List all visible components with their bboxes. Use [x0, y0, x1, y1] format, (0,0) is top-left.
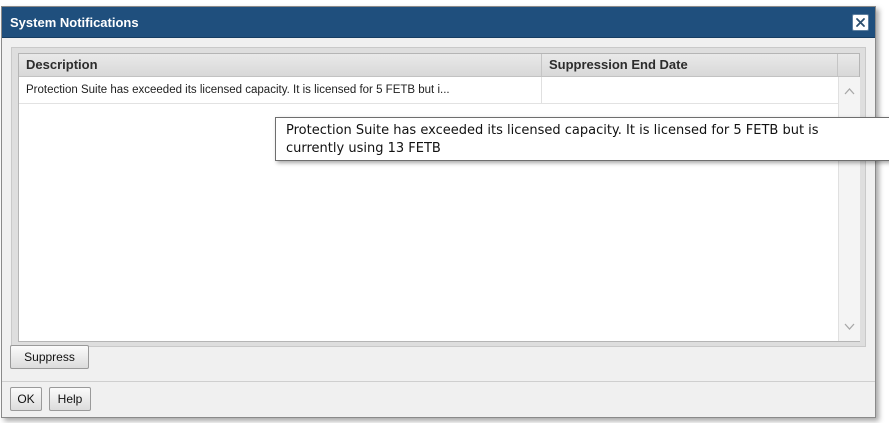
table-row[interactable]: Protection Suite has exceeded its licens… — [19, 77, 838, 104]
column-header-spacer — [838, 54, 859, 76]
description-tooltip: Protection Suite has exceeded its licens… — [275, 117, 889, 161]
notifications-grid: Description Suppression End Date Protect… — [18, 53, 860, 342]
close-icon — [856, 18, 865, 27]
column-header-description[interactable]: Description — [19, 54, 542, 76]
button-bar-divider — [2, 381, 875, 382]
notifications-panel: Description Suppression End Date Protect… — [11, 47, 866, 347]
dialog-title: System Notifications — [10, 15, 139, 30]
grid-header: Description Suppression End Date — [19, 54, 859, 77]
dialog-titlebar[interactable]: System Notifications — [2, 7, 875, 38]
cell-description: Protection Suite has exceeded its licens… — [19, 77, 542, 103]
chevron-up-icon[interactable] — [844, 87, 855, 95]
system-notifications-dialog: System Notifications Description Suppres… — [1, 6, 876, 418]
chevron-down-icon[interactable] — [844, 323, 855, 331]
ok-button[interactable]: OK — [10, 387, 42, 411]
help-button[interactable]: Help — [49, 387, 91, 411]
suppress-button[interactable]: Suppress — [10, 345, 89, 369]
cell-suppression-end-date — [542, 77, 838, 103]
column-header-suppression-end-date[interactable]: Suppression End Date — [542, 54, 838, 76]
close-button[interactable] — [852, 14, 869, 31]
